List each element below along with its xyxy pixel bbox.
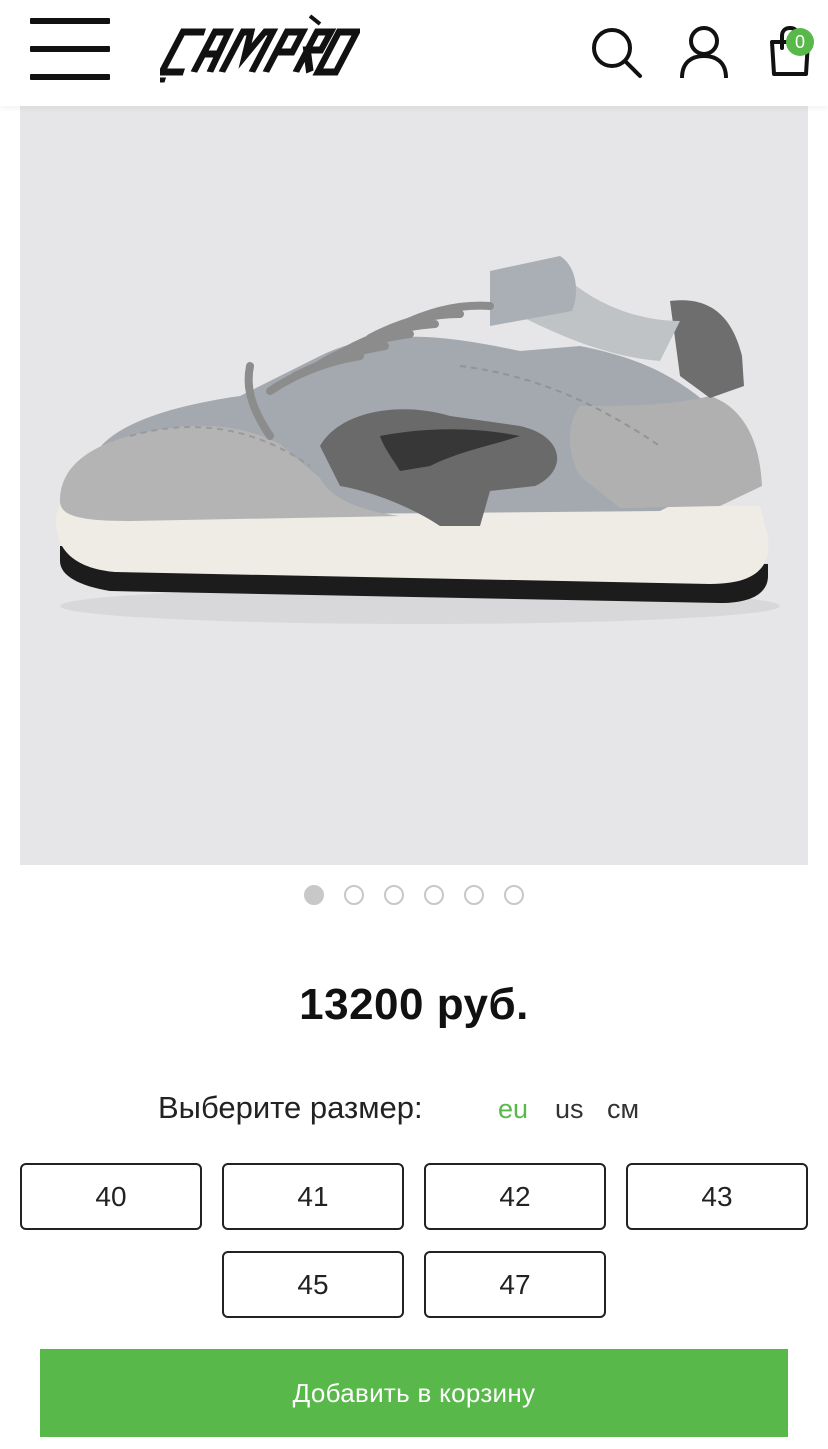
logo-wordmark — [160, 14, 360, 88]
size-unit-cm[interactable]: см — [607, 1094, 639, 1125]
size-option[interactable]: 43 — [626, 1163, 808, 1230]
gallery-dot-2[interactable] — [344, 885, 364, 905]
gallery-pagination — [304, 885, 534, 905]
add-to-cart-button[interactable]: Добавить в корзину — [40, 1349, 788, 1437]
size-option[interactable]: 47 — [424, 1251, 606, 1318]
cart-count-badge: 0 — [786, 28, 814, 56]
gallery-dot-4[interactable] — [424, 885, 444, 905]
menu-icon-bar — [30, 18, 110, 24]
gallery-dot-5[interactable] — [464, 885, 484, 905]
menu-icon-bar — [30, 74, 110, 80]
logo[interactable] — [160, 10, 360, 94]
gallery-dot-1[interactable] — [304, 885, 324, 905]
size-selector-label: Выберите размер: — [158, 1090, 423, 1125]
header: 0 — [0, 0, 828, 106]
size-option[interactable]: 45 — [222, 1251, 404, 1318]
menu-icon-bar — [30, 46, 110, 52]
product-image[interactable] — [20, 106, 808, 865]
size-option[interactable]: 40 — [20, 1163, 202, 1230]
size-option[interactable]: 41 — [222, 1163, 404, 1230]
size-option[interactable]: 42 — [424, 1163, 606, 1230]
user-icon[interactable] — [676, 24, 732, 80]
menu-icon[interactable] — [30, 18, 110, 80]
size-selector-header: Выберите размер: eu us см — [0, 1090, 828, 1134]
sneaker-image — [20, 106, 808, 865]
product-price: 13200 руб. — [299, 980, 529, 1029]
gallery-dot-6[interactable] — [504, 885, 524, 905]
size-unit-us[interactable]: us — [555, 1094, 584, 1125]
gallery-dot-3[interactable] — [384, 885, 404, 905]
size-unit-eu[interactable]: eu — [498, 1094, 528, 1125]
search-icon[interactable] — [588, 24, 644, 80]
